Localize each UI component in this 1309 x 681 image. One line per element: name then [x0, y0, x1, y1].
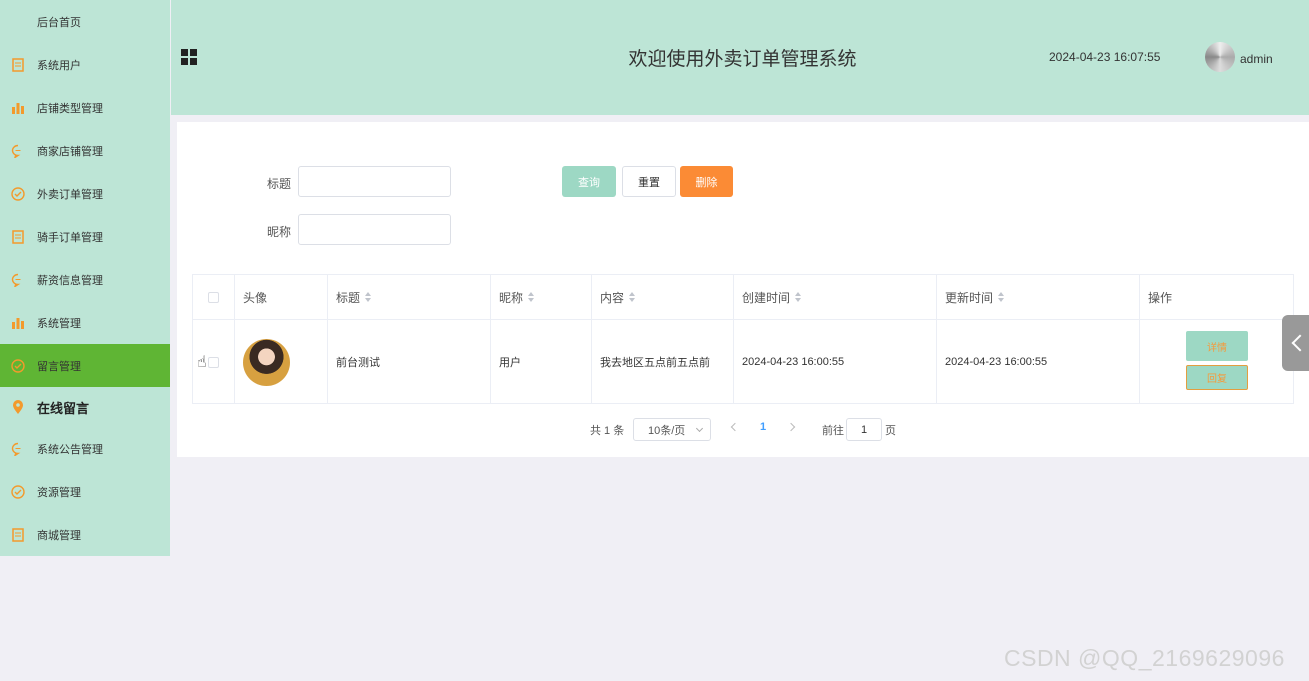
column-header-created[interactable]: 创建时间	[734, 275, 937, 320]
sidebar-item-label: 资源管理	[37, 486, 81, 499]
column-header-title[interactable]: 标题	[328, 275, 491, 320]
pagination-total: 共 1 条	[590, 425, 625, 437]
column-header-label: 创建时间	[742, 290, 791, 305]
sidebar-item-label: 商城管理	[37, 529, 81, 542]
column-header-nickname[interactable]: 昵称	[491, 275, 592, 320]
page-suffix: 页	[885, 425, 896, 437]
sort-icon[interactable]	[528, 292, 535, 302]
location-pin-icon	[10, 399, 26, 415]
collapse-panel-button[interactable]	[1282, 315, 1309, 371]
nickname-filter-label: 昵称	[267, 225, 292, 239]
title-filter-label: 标题	[267, 177, 292, 191]
sidebar-item-label: 系统公告管理	[37, 443, 103, 456]
column-header-label: 内容	[600, 290, 625, 305]
next-page-icon[interactable]	[786, 422, 796, 432]
sidebar-item-delivery-orders[interactable]: 外卖订单管理	[0, 172, 170, 215]
sidebar-item-label: 骑手订单管理	[37, 231, 103, 244]
avatar	[243, 338, 290, 386]
select-all-checkbox[interactable]	[208, 291, 219, 303]
row-created: 2024-04-23 16:00:55	[734, 320, 937, 404]
chat-bubble-icon	[10, 441, 26, 457]
sidebar-item-label: 系统管理	[37, 317, 81, 330]
prev-page-icon[interactable]	[730, 422, 740, 432]
sidebar-item-label: 店铺类型管理	[37, 102, 103, 115]
row-content: 我去地区五点前五点前	[592, 320, 734, 404]
sidebar-item-label: 在线留言	[37, 400, 90, 416]
title-filter-input[interactable]	[298, 166, 451, 197]
column-header-content[interactable]: 内容	[592, 275, 734, 320]
sidebar-item-shop-types[interactable]: 店铺类型管理	[0, 86, 170, 129]
sidebar-item-label: 后台首页	[37, 16, 81, 29]
username[interactable]: admin	[1240, 52, 1273, 66]
sidebar-item-label: 商家店铺管理	[37, 145, 103, 158]
row-nickname: 用户	[491, 320, 592, 404]
chevron-down-icon	[695, 424, 704, 433]
column-header-label: 操作	[1148, 290, 1173, 305]
page-size-value: 10条/页	[648, 424, 686, 437]
goto-label: 前往	[822, 425, 844, 437]
sidebar-item-system-users[interactable]: 系统用户	[0, 43, 170, 86]
sidebar-item-salary-info[interactable]: 薪资信息管理	[0, 258, 170, 301]
sidebar-item-label: 系统用户	[37, 59, 81, 72]
row-actions: 详情 回复	[1140, 320, 1294, 404]
sidebar-item-message-management[interactable]: 留言管理	[0, 344, 170, 387]
sort-icon[interactable]	[795, 292, 802, 302]
avatar[interactable]	[1205, 42, 1235, 72]
reply-button[interactable]: 回复	[1186, 365, 1248, 390]
bar-chart-icon	[10, 315, 26, 331]
check-circle-icon	[10, 186, 26, 202]
bar-chart-icon	[10, 100, 26, 116]
sidebar-item-home[interactable]: 后台首页	[0, 0, 170, 43]
sort-icon[interactable]	[629, 292, 636, 302]
column-header-avatar: 头像	[235, 275, 328, 320]
row-avatar-cell	[235, 320, 328, 404]
column-header-label: 标题	[336, 290, 361, 305]
watermark: CSDN @QQ_2169629096	[1004, 645, 1285, 671]
nickname-filter-input[interactable]	[298, 214, 451, 245]
sort-icon[interactable]	[998, 292, 1005, 302]
goto-page-input[interactable]: 1	[846, 418, 882, 441]
sort-icon[interactable]	[365, 292, 372, 302]
sidebar-item-label: 薪资信息管理	[37, 274, 103, 287]
header-datetime: 2024-04-23 16:07:55	[1049, 50, 1161, 64]
reset-button[interactable]: 重置	[622, 166, 676, 197]
page-size-select[interactable]: 10条/页	[633, 418, 711, 441]
sidebar-item-rider-orders[interactable]: 骑手订单管理	[0, 215, 170, 258]
message-table: 头像 标题 昵称 内容 创建时间 更新时间 操作 前台测试 用户 我去地区五点前…	[192, 274, 1294, 404]
row-title: 前台测试	[328, 320, 491, 404]
document-icon	[10, 57, 26, 73]
detail-button[interactable]: 详情	[1186, 331, 1248, 361]
check-circle-icon	[10, 484, 26, 500]
column-header-actions: 操作	[1140, 275, 1294, 320]
row-checkbox[interactable]	[208, 356, 219, 368]
document-icon	[10, 527, 26, 543]
main-card: 标题 昵称 查询 重置 删除 头像 标题 昵称 内容 创建时间 更新时间 操作 …	[177, 122, 1309, 457]
check-circle-icon	[10, 358, 26, 374]
header-select-all[interactable]	[193, 275, 235, 320]
header: 欢迎使用外卖订单管理系统 2024-04-23 16:07:55 admin	[171, 0, 1309, 115]
sidebar-item-label: 留言管理	[37, 360, 81, 373]
column-header-label: 更新时间	[945, 290, 994, 305]
sidebar-item-announcements[interactable]: 系统公告管理	[0, 427, 170, 470]
delete-button[interactable]: 删除	[680, 166, 733, 197]
sidebar-item-label: 外卖订单管理	[37, 188, 103, 201]
column-header-label: 昵称	[499, 290, 524, 305]
sidebar-item-online-message[interactable]: 在线留言	[0, 387, 170, 427]
row-updated: 2024-04-23 16:00:55	[937, 320, 1140, 404]
hand-cursor-icon: ☝	[197, 354, 207, 371]
search-button[interactable]: 查询	[562, 166, 616, 197]
document-icon	[10, 229, 26, 245]
chat-bubble-icon	[10, 272, 26, 288]
column-header-updated[interactable]: 更新时间	[937, 275, 1140, 320]
sidebar-item-resources[interactable]: 资源管理	[0, 470, 170, 513]
sidebar: 后台首页 系统用户 店铺类型管理 商家店铺管理 外卖订单管理 骑手订单管理 薪资…	[0, 0, 170, 556]
current-page[interactable]: 1	[760, 421, 766, 433]
sidebar-item-mall[interactable]: 商城管理	[0, 513, 170, 556]
sidebar-item-system-management[interactable]: 系统管理	[0, 301, 170, 344]
column-header-label: 头像	[243, 290, 268, 305]
sidebar-item-merchant-shops[interactable]: 商家店铺管理	[0, 129, 170, 172]
chat-bubble-icon	[10, 143, 26, 159]
